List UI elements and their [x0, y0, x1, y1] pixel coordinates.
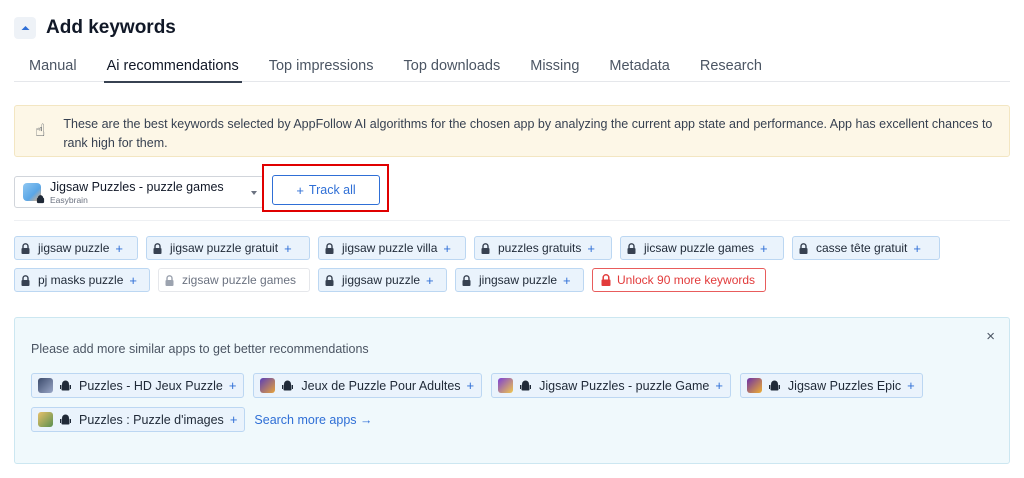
app-thumbnail-icon: [38, 378, 53, 393]
android-icon: [282, 380, 294, 390]
lock-icon: [799, 242, 808, 254]
similar-app-label: Puzzles : Puzzle d'images: [79, 412, 224, 427]
similar-app-chip[interactable]: Puzzles - HD Jeux Puzzle +: [31, 373, 245, 398]
divider: [14, 220, 1010, 221]
plus-icon: +: [284, 240, 292, 256]
plus-icon: +: [229, 412, 238, 427]
keyword-chip[interactable]: casse tête gratuit +: [792, 236, 940, 260]
plus-icon: +: [913, 240, 921, 256]
keyword-chip-disabled: zigsaw puzzle games: [158, 268, 310, 292]
keyword-label: zigsaw puzzle games: [182, 273, 297, 287]
unlock-keywords-button[interactable]: Unlock 90 more keywords: [592, 268, 767, 292]
keyword-chip[interactable]: jigsaw puzzle villa +: [318, 236, 466, 260]
keyword-label: jigsaw puzzle villa: [342, 241, 438, 255]
keyword-list: jigsaw puzzle + jigsaw puzzle gratuit + ji…: [14, 236, 1010, 300]
lock-icon: [627, 242, 636, 254]
plus-icon: +: [907, 378, 915, 393]
tab-metadata[interactable]: Metadata: [594, 52, 684, 82]
keyword-chip[interactable]: jigsaw puzzle +: [14, 236, 138, 260]
similar-app-chip[interactable]: Jigsaw Puzzles - puzzle Game +: [491, 373, 731, 398]
plus-icon: +: [443, 240, 451, 256]
keyword-chip[interactable]: jiggsaw puzzle +: [318, 268, 447, 292]
track-all-button[interactable]: + Track all: [272, 175, 380, 205]
close-icon[interactable]: ×: [986, 328, 995, 345]
plus-icon: +: [466, 378, 475, 393]
plus-icon: +: [228, 378, 237, 393]
tab-top-downloads[interactable]: Top downloads: [389, 52, 516, 82]
lock-icon: [325, 242, 334, 254]
highlight-box: + Track all: [262, 164, 389, 212]
android-icon: [36, 195, 45, 204]
similar-app-label: Jigsaw Puzzles - puzzle Game: [539, 378, 710, 393]
lock-icon: [601, 274, 611, 286]
app-thumbnail-icon: [38, 412, 53, 427]
similar-apps-hint: Please add more similar apps to get bett…: [31, 342, 369, 356]
caret-down-icon: [251, 191, 257, 195]
track-all-label: Track all: [308, 183, 356, 197]
plus-icon: +: [587, 240, 595, 256]
tab-research[interactable]: Research: [685, 52, 777, 82]
app-thumbnail-icon: [498, 378, 514, 393]
app-thumbnail-icon: [260, 378, 276, 393]
plus-icon: +: [715, 378, 723, 393]
keyword-chip[interactable]: pj masks puzzle +: [14, 268, 150, 292]
app-icon: [23, 183, 45, 204]
keyword-chip[interactable]: puzzles gratuits +: [474, 236, 612, 260]
similar-app-chip[interactable]: Puzzles : Puzzle d'images +: [31, 407, 246, 432]
tab-missing[interactable]: Missing: [515, 52, 594, 82]
app-developer: Easybrain: [50, 194, 88, 205]
similar-app-chip[interactable]: Jeux de Puzzle Pour Adultes +: [253, 373, 483, 398]
plus-icon: +: [115, 240, 123, 256]
chevron-up-icon: [21, 26, 29, 30]
similar-app-chip[interactable]: Jigsaw Puzzles Epic +: [739, 373, 923, 398]
lock-icon: [153, 242, 162, 254]
android-icon: [60, 380, 71, 390]
keyword-label: jigsaw puzzle: [38, 241, 110, 255]
keyword-label: jingsaw puzzle: [479, 273, 558, 287]
tab-manual[interactable]: Manual: [14, 52, 92, 82]
plus-icon: +: [760, 240, 768, 256]
lock-icon: [21, 242, 30, 254]
lock-icon: [21, 274, 30, 286]
similar-app-label: Jigsaw Puzzles Epic: [787, 378, 902, 393]
section-header: Add keywords: [14, 14, 176, 42]
tab-top-impressions[interactable]: Top impressions: [254, 52, 389, 82]
lock-icon: [325, 274, 334, 286]
android-icon: [768, 380, 780, 390]
lock-icon: [165, 274, 174, 286]
keyword-label: jigsaw puzzle gratuit: [170, 241, 279, 255]
unlock-label: Unlock 90 more keywords: [617, 273, 756, 287]
keyword-label: puzzles gratuits: [498, 241, 582, 255]
pointing-hand-icon: ☝: [35, 121, 46, 140]
lock-icon: [462, 274, 471, 286]
keyword-label: casse tête gratuit: [816, 241, 908, 255]
android-icon: [520, 380, 532, 390]
app-selector[interactable]: Jigsaw Puzzles - puzzle games Easybrain: [14, 176, 264, 208]
keyword-label: pj masks puzzle: [38, 273, 124, 287]
collapse-button[interactable]: [14, 17, 36, 39]
tab-ai-recommendations[interactable]: Ai recommendations: [92, 52, 254, 83]
info-banner: ☝ These are the best keywords selected b…: [14, 105, 1010, 157]
plus-icon: +: [563, 272, 571, 288]
page-title: Add keywords: [46, 17, 176, 38]
similar-app-label: Jeux de Puzzle Pour Adultes: [301, 378, 461, 393]
plus-icon: +: [129, 272, 137, 288]
keyword-label: jiggsaw puzzle: [342, 273, 421, 287]
plus-icon: +: [296, 182, 304, 198]
keyword-chip[interactable]: jigsaw puzzle gratuit +: [146, 236, 310, 260]
lock-icon: [481, 242, 490, 254]
keyword-label: jicsaw puzzle games: [644, 241, 755, 255]
similar-app-label: Puzzles - HD Jeux Puzzle: [79, 378, 223, 393]
keyword-chip[interactable]: jicsaw puzzle games +: [620, 236, 784, 260]
app-name: Jigsaw Puzzles - puzzle games: [50, 179, 224, 194]
similar-apps-panel: × Please add more similar apps to get be…: [14, 317, 1010, 464]
android-icon: [60, 414, 71, 424]
app-thumbnail-icon: [746, 378, 762, 393]
info-text: These are the best keywords selected by …: [63, 117, 993, 150]
plus-icon: +: [426, 272, 434, 288]
tab-bar: Manual Ai recommendations Top impression…: [14, 52, 1010, 83]
keyword-chip[interactable]: jingsaw puzzle +: [455, 268, 584, 292]
search-more-apps-link[interactable]: Search more apps →: [254, 413, 372, 427]
